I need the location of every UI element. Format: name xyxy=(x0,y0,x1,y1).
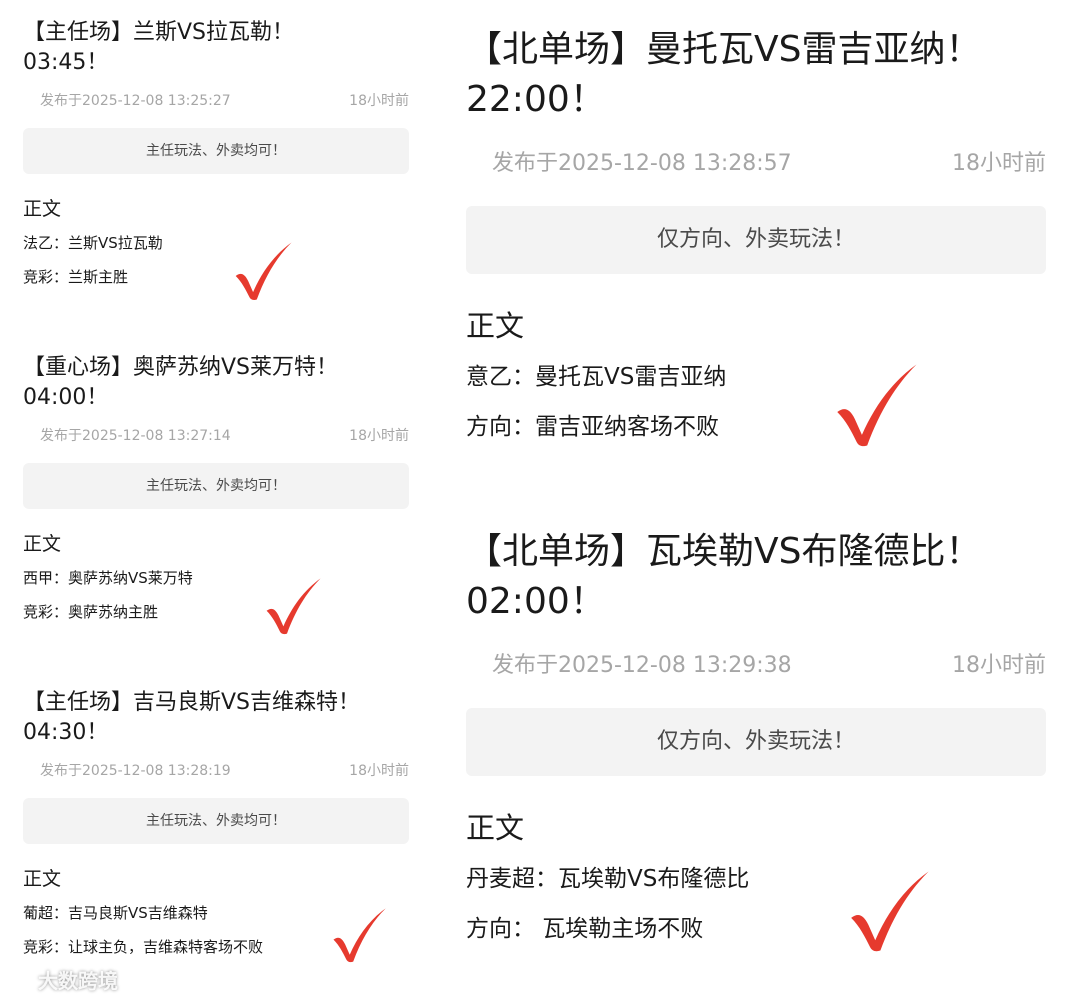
body-label: 正文 xyxy=(23,868,62,890)
post-meta: 发布于2025-12-08 13:28:57 18小时前 xyxy=(466,149,1046,179)
post-title[interactable]: 【北单场】瓦埃勒VS布隆德比！ 02:00！ xyxy=(466,527,1046,627)
post-meta: 发布于2025-12-08 13:27:14 18小时前 xyxy=(23,427,409,445)
post-meta: 发布于2025-12-08 13:25:27 18小时前 xyxy=(23,92,409,110)
post-title[interactable]: 【主任场】兰斯VS拉瓦勒！ 03:45！ xyxy=(23,18,409,78)
play-note: 仅方向、外卖玩法！ xyxy=(466,708,1046,776)
play-note: 主任玩法、外卖均可！ xyxy=(23,463,409,509)
post-card: 【主任场】兰斯VS拉瓦勒！ 03:45！ 发布于2025-12-08 13:25… xyxy=(23,18,409,290)
play-note: 主任玩法、外卖均可！ xyxy=(23,128,409,174)
play-note: 主任玩法、外卖均可！ xyxy=(23,798,409,844)
post-meta: 发布于2025-12-08 13:28:19 18小时前 xyxy=(23,762,409,780)
post-title[interactable]: 【重心场】奥萨苏纳VS莱万特！ 04:00！ xyxy=(23,353,409,413)
red-checkmark-icon xyxy=(832,360,920,450)
red-checkmark-icon xyxy=(846,866,932,956)
pick-line: 竞彩：奥萨苏纳主胜 xyxy=(23,603,159,621)
watermark-text: 大数跨境 xyxy=(38,969,118,993)
publish-time: 发布于2025-12-08 13:28:19 xyxy=(40,763,231,779)
body-label: 正文 xyxy=(466,309,525,343)
relative-time: 18小时前 xyxy=(349,763,409,779)
relative-time: 18小时前 xyxy=(952,151,1046,176)
relative-time: 18小时前 xyxy=(349,428,409,444)
post-card: 【北单场】瓦埃勒VS布隆德比！ 02:00！ 发布于2025-12-08 13:… xyxy=(466,527,1046,948)
post-title[interactable]: 【主任场】吉马良斯VS吉维森特！ 04:30！ xyxy=(23,688,409,748)
publish-time: 发布于2025-12-08 13:25:27 xyxy=(40,93,231,109)
match-line: 意乙：曼托瓦VS雷吉亚纳 xyxy=(466,364,727,390)
body-label: 正文 xyxy=(23,533,62,555)
publish-time: 发布于2025-12-08 13:28:57 xyxy=(492,151,792,176)
pick-line: 竞彩：兰斯主胜 xyxy=(23,268,129,286)
pick-line: 方向：雷吉亚纳客场不败 xyxy=(466,414,719,440)
red-checkmark-icon xyxy=(232,240,294,302)
post-meta: 发布于2025-12-08 13:29:38 18小时前 xyxy=(466,651,1046,681)
pick-line: 方向： 瓦埃勒主场不败 xyxy=(466,916,704,942)
relative-time: 18小时前 xyxy=(952,653,1046,678)
red-checkmark-icon xyxy=(263,575,323,637)
match-line: 西甲：奥萨苏纳VS莱万特 xyxy=(23,569,193,587)
post-card: 【北单场】曼托瓦VS雷吉亚纳！ 22:00！ 发布于2025-12-08 13:… xyxy=(466,25,1046,446)
post-card: 【重心场】奥萨苏纳VS莱万特！ 04:00！ 发布于2025-12-08 13:… xyxy=(23,353,409,625)
body-label: 正文 xyxy=(23,198,62,220)
relative-time: 18小时前 xyxy=(349,93,409,109)
weibo-icon xyxy=(4,965,34,994)
publish-time: 发布于2025-12-08 13:27:14 xyxy=(40,428,231,444)
red-checkmark-icon xyxy=(330,905,388,965)
match-line: 法乙：兰斯VS拉瓦勒 xyxy=(23,234,163,252)
post-title[interactable]: 【北单场】曼托瓦VS雷吉亚纳！ 22:00！ xyxy=(466,25,1046,125)
watermark: 大数跨境 xyxy=(4,965,118,994)
match-line: 丹麦超：瓦埃勒VS布隆德比 xyxy=(466,866,750,892)
publish-time: 发布于2025-12-08 13:29:38 xyxy=(492,653,792,678)
play-note: 仅方向、外卖玩法！ xyxy=(466,206,1046,274)
body-label: 正文 xyxy=(466,811,525,845)
